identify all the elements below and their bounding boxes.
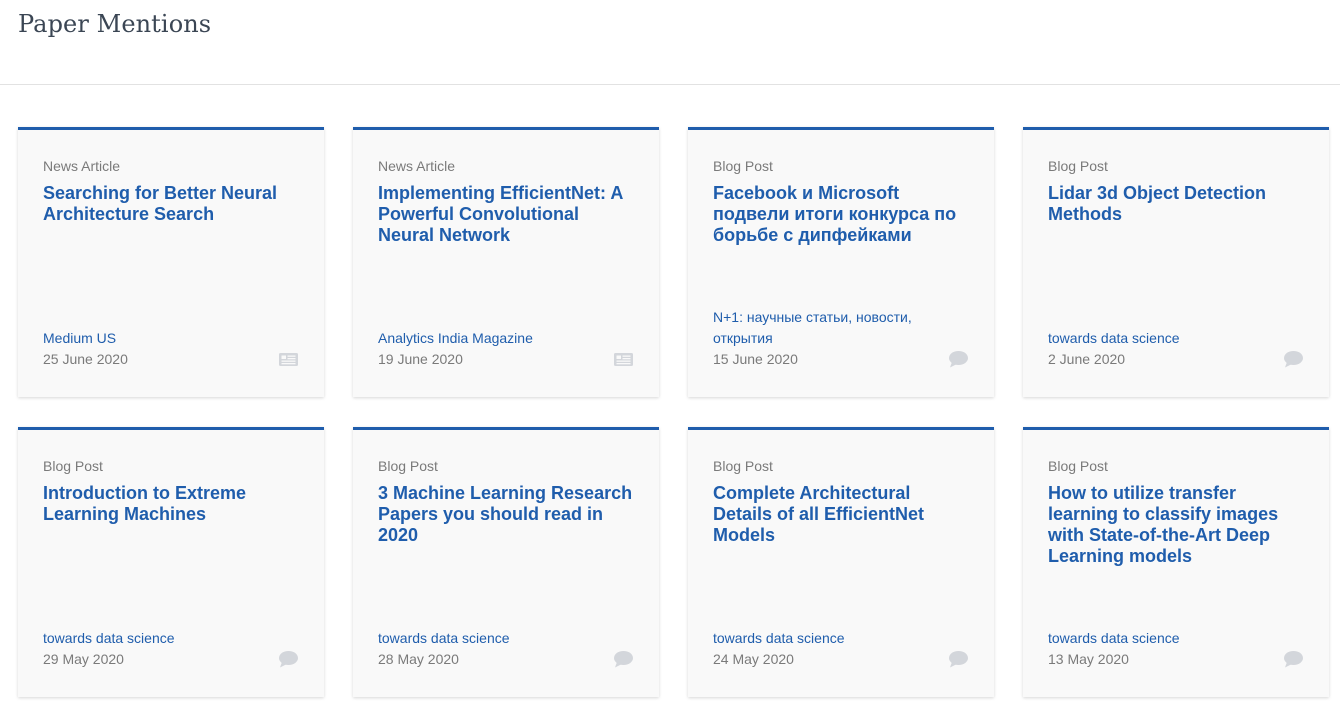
mention-footer: Medium US 25 June 2020 <box>43 328 299 370</box>
mention-title-link[interactable]: Introduction to Extreme Learning Machine… <box>43 483 299 525</box>
mention-card[interactable]: Blog Post Lidar 3d Object Detection Meth… <box>1023 127 1329 397</box>
page-title: Paper Mentions <box>18 10 212 38</box>
speech-bubble-icon <box>949 351 968 368</box>
mention-source-link[interactable]: towards data science <box>1048 328 1288 349</box>
mention-source-link[interactable]: Analytics India Magazine <box>378 328 618 349</box>
mention-footer: towards data science 13 May 2020 <box>1048 628 1304 670</box>
mention-type: Blog Post <box>378 458 438 474</box>
mention-title-link[interactable]: Implementing EfficientNet: A Powerful Co… <box>378 183 634 246</box>
mention-type: Blog Post <box>1048 458 1108 474</box>
mention-card[interactable]: Blog Post 3 Machine Learning Research Pa… <box>353 427 659 697</box>
mention-title-link[interactable]: Complete Architectural Details of all Ef… <box>713 483 969 546</box>
mention-title-link[interactable]: How to utilize transfer learning to clas… <box>1048 483 1304 567</box>
mention-date: 2 June 2020 <box>1048 351 1126 367</box>
speech-bubble-icon <box>614 651 633 668</box>
mention-date: 13 May 2020 <box>1048 651 1129 667</box>
mention-footer: N+1: научные статьи, новости, открытия 1… <box>713 307 969 370</box>
mention-type: Blog Post <box>43 458 103 474</box>
mention-source-link[interactable]: towards data science <box>43 628 283 649</box>
mention-card[interactable]: Blog Post Introduction to Extreme Learni… <box>18 427 324 697</box>
mention-date: 15 June 2020 <box>713 351 798 367</box>
mention-source-link[interactable]: N+1: научные статьи, новости, открытия <box>713 307 953 349</box>
mention-title-link[interactable]: Lidar 3d Object Detection Methods <box>1048 183 1304 225</box>
speech-bubble-icon <box>949 651 968 668</box>
newspaper-icon <box>279 353 298 366</box>
mention-card[interactable]: Blog Post Complete Architectural Details… <box>688 427 994 697</box>
mention-card[interactable]: News Article Searching for Better Neural… <box>18 127 324 397</box>
mention-footer: towards data science 2 June 2020 <box>1048 328 1304 370</box>
mention-footer: towards data science 29 May 2020 <box>43 628 299 670</box>
mention-source-link[interactable]: Medium US <box>43 328 283 349</box>
mention-source-link[interactable]: towards data science <box>1048 628 1288 649</box>
mention-type: News Article <box>378 158 456 174</box>
mention-type: Blog Post <box>713 158 773 174</box>
mention-footer: towards data science 28 May 2020 <box>378 628 634 670</box>
newspaper-icon <box>614 353 633 366</box>
mention-footer: Analytics India Magazine 19 June 2020 <box>378 328 634 370</box>
title-divider <box>0 84 1340 85</box>
mention-title-link[interactable]: Searching for Better Neural Architecture… <box>43 183 299 225</box>
mention-type: Blog Post <box>1048 158 1108 174</box>
mention-source-link[interactable]: towards data science <box>713 628 953 649</box>
mention-date: 29 May 2020 <box>43 651 124 667</box>
mention-footer: towards data science 24 May 2020 <box>713 628 969 670</box>
mention-card[interactable]: News Article Implementing EfficientNet: … <box>353 127 659 397</box>
mention-type: News Article <box>43 158 121 174</box>
mention-title-link[interactable]: Facebook и Microsoft подвели итоги конку… <box>713 183 969 246</box>
mention-title-link[interactable]: 3 Machine Learning Research Papers you s… <box>378 483 634 546</box>
mention-date: 25 June 2020 <box>43 351 128 367</box>
mention-card[interactable]: Blog Post Facebook и Microsoft подвели и… <box>688 127 994 397</box>
mention-card[interactable]: Blog Post How to utilize transfer learni… <box>1023 427 1329 697</box>
mention-date: 24 May 2020 <box>713 651 794 667</box>
mention-date: 19 June 2020 <box>378 351 463 367</box>
mentions-grid: News Article Searching for Better Neural… <box>18 127 1330 697</box>
mention-date: 28 May 2020 <box>378 651 459 667</box>
speech-bubble-icon <box>1284 651 1303 668</box>
mention-type: Blog Post <box>713 458 773 474</box>
speech-bubble-icon <box>1284 351 1303 368</box>
mention-source-link[interactable]: towards data science <box>378 628 618 649</box>
speech-bubble-icon <box>279 651 298 668</box>
